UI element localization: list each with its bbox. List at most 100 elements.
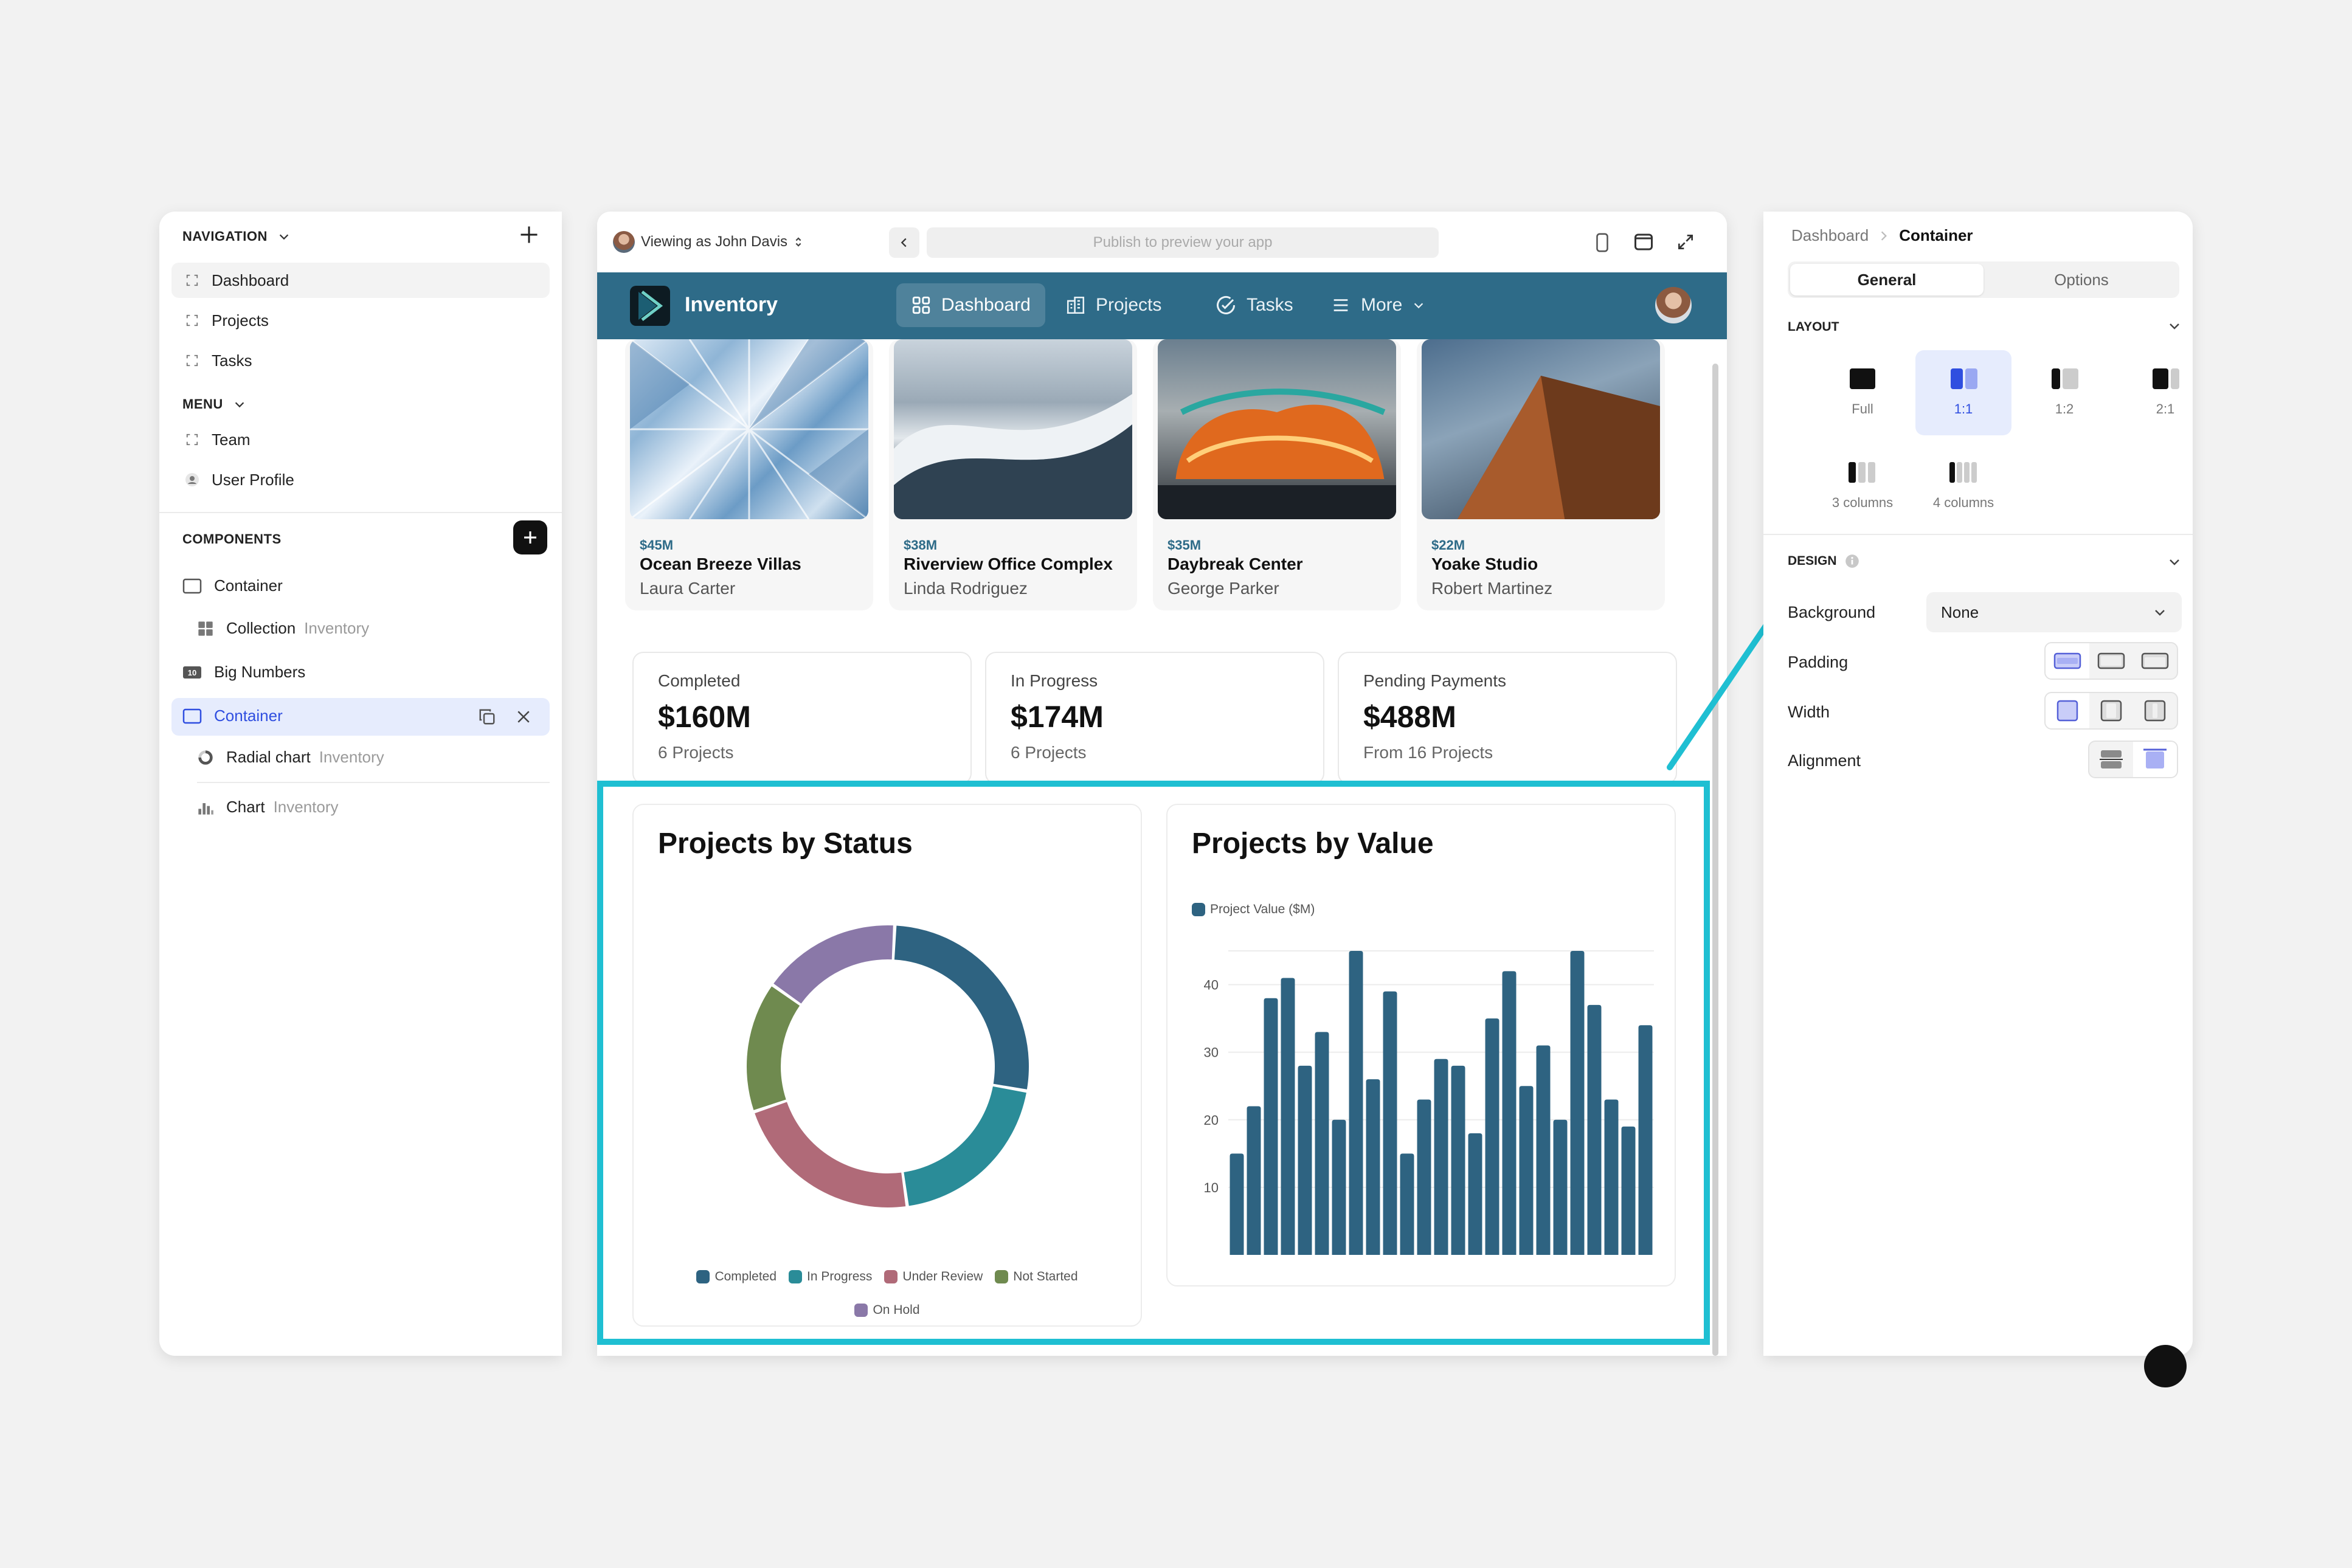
width-full-option[interactable]: [2046, 693, 2089, 728]
padding-small-icon: [2053, 652, 2081, 669]
component-radial-chart[interactable]: Radial chart Inventory: [197, 748, 384, 767]
menu-heading-label: MENU: [182, 396, 223, 412]
mobile-icon[interactable]: [1592, 231, 1613, 254]
nav-item-user-profile[interactable]: User Profile: [171, 462, 550, 497]
tab-projects[interactable]: Projects: [1051, 283, 1176, 327]
add-icon[interactable]: [518, 224, 540, 246]
grid-icon: [198, 621, 213, 636]
alignment-segmented: [2088, 741, 2178, 778]
padding-label: Padding: [1788, 653, 1849, 671]
project-card[interactable]: $35M Daybreak Center George Parker: [1153, 339, 1401, 610]
stat-label: Pending Payments: [1363, 671, 1507, 690]
close-icon[interactable]: [514, 708, 533, 726]
width-narrow-icon: [2144, 700, 2166, 722]
tab-tasks[interactable]: Tasks: [1200, 283, 1308, 327]
stat-card: Completed $160M 6 Projects: [632, 652, 972, 784]
project-card[interactable]: $38M Riverview Office Complex Linda Rodr…: [889, 339, 1137, 610]
project-card[interactable]: $45M Ocean Breeze Villas Laura Carter: [625, 339, 873, 610]
layout-option-3-columns[interactable]: 3 columns: [1814, 444, 1911, 529]
tab-label: Dashboard: [941, 295, 1031, 315]
component-collection[interactable]: Collection Inventory: [197, 619, 369, 638]
layout-option-label: 1:2: [2055, 401, 2074, 416]
alignment-label: Alignment: [1788, 751, 1861, 770]
stat-value: $160M: [658, 700, 751, 734]
tab-dashboard[interactable]: Dashboard: [896, 283, 1045, 327]
stat-card: Pending Payments $488M From 16 Projects: [1338, 652, 1677, 784]
components-heading: COMPONENTS: [182, 531, 282, 547]
glowing-building: [1158, 389, 1396, 519]
tab-options[interactable]: Options: [1985, 264, 2178, 295]
nav-item-dashboard[interactable]: Dashboard: [171, 263, 550, 298]
scrollbar[interactable]: [1712, 364, 1718, 1356]
width-medium-option[interactable]: [2089, 693, 2133, 728]
align-center-option[interactable]: [2089, 742, 2133, 777]
project-card[interactable]: $22M Yoake Studio Robert Martinez: [1417, 339, 1665, 610]
width-narrow-option[interactable]: [2133, 693, 2177, 728]
project-price: $22M: [1431, 537, 1465, 553]
layout-full-icon: [1850, 368, 1875, 389]
padding-small-option[interactable]: [2046, 643, 2089, 679]
padding-medium-icon: [2097, 652, 2125, 669]
component-source: Inventory: [273, 798, 339, 816]
left-sidebar: NAVIGATION Dashboard Projects Tasks MENU…: [159, 212, 562, 1356]
padding-large-icon: [2141, 652, 2169, 669]
layout-option-label: 2:1: [2156, 401, 2175, 416]
layout-option-2-1[interactable]: 2:1: [2117, 350, 2213, 435]
component-big-numbers[interactable]: 10 Big Numbers: [182, 663, 305, 682]
preview-toolbar: Viewing as John Davis Publish to preview…: [597, 212, 1727, 272]
chevron-down-icon[interactable]: [2167, 554, 2182, 569]
layout-option-1-2[interactable]: 1:2: [2016, 350, 2112, 435]
user-avatar[interactable]: [1655, 287, 1692, 323]
tab-general[interactable]: General: [1790, 264, 1984, 295]
viewing-as-selector[interactable]: Viewing as John Davis: [613, 231, 803, 253]
component-container[interactable]: Container: [182, 576, 283, 595]
component-label: Big Numbers: [214, 663, 306, 681]
help-button[interactable]: [2144, 1345, 2187, 1387]
facade-pattern: [630, 339, 868, 519]
chevron-down-icon: [235, 402, 244, 408]
duplicate-icon[interactable]: [478, 708, 496, 726]
expand-icon[interactable]: [1676, 232, 1695, 252]
project-manager: Laura Carter: [640, 579, 736, 598]
component-source: Inventory: [319, 748, 384, 766]
layout-option-full[interactable]: Full: [1814, 350, 1911, 435]
url-bar[interactable]: Publish to preview your app: [927, 227, 1439, 258]
nav-item-team[interactable]: Team: [171, 422, 550, 457]
project-manager: Robert Martinez: [1431, 579, 1553, 598]
layout-option-label: 1:1: [1954, 401, 1973, 416]
navigation-heading[interactable]: NAVIGATION: [182, 229, 291, 244]
layout-4-columns-icon-3: [1964, 462, 1970, 483]
rust-building: [1457, 376, 1660, 519]
background-label: Background: [1788, 603, 1876, 621]
chevron-down-icon[interactable]: [2167, 319, 2182, 333]
nav-item-projects[interactable]: Projects: [171, 303, 550, 338]
tablet-icon[interactable]: [1632, 231, 1655, 253]
user-icon: [185, 472, 199, 487]
menu-icon: [1333, 299, 1348, 311]
project-price: $38M: [904, 537, 938, 553]
background-value: None: [1941, 603, 1979, 621]
tab-more[interactable]: More: [1316, 283, 1440, 327]
align-top-option[interactable]: [2133, 742, 2177, 777]
navigation-heading-label: NAVIGATION: [182, 229, 268, 244]
add-component-button[interactable]: [513, 520, 547, 554]
back-button[interactable]: [889, 227, 919, 258]
nav-item-tasks[interactable]: Tasks: [171, 343, 550, 378]
menu-heading[interactable]: MENU: [182, 396, 246, 412]
component-chart[interactable]: Chart Inventory: [197, 798, 339, 817]
breadcrumb-parent[interactable]: Dashboard: [1791, 226, 1869, 245]
layout-4-columns-icon: [1949, 462, 1955, 483]
nav-item-label: Dashboard: [212, 271, 289, 289]
layout-2-1-icon-right: [2171, 368, 2179, 389]
padding-large-option[interactable]: [2133, 643, 2177, 679]
layout-option-label: 4 columns: [1932, 495, 1994, 510]
background-select[interactable]: None: [1926, 592, 2182, 632]
component-container-selected[interactable]: Container: [171, 698, 550, 736]
component-label: Chart: [226, 798, 265, 816]
layout-option-1-1[interactable]: 1:1: [1915, 350, 2011, 435]
layout-option-4-columns[interactable]: 4 columns: [1915, 444, 2011, 529]
breadcrumb-current: Container: [1899, 226, 1973, 244]
numbers-icon: 10: [183, 666, 201, 679]
info-icon[interactable]: [1844, 553, 1860, 569]
padding-medium-option[interactable]: [2089, 643, 2133, 679]
